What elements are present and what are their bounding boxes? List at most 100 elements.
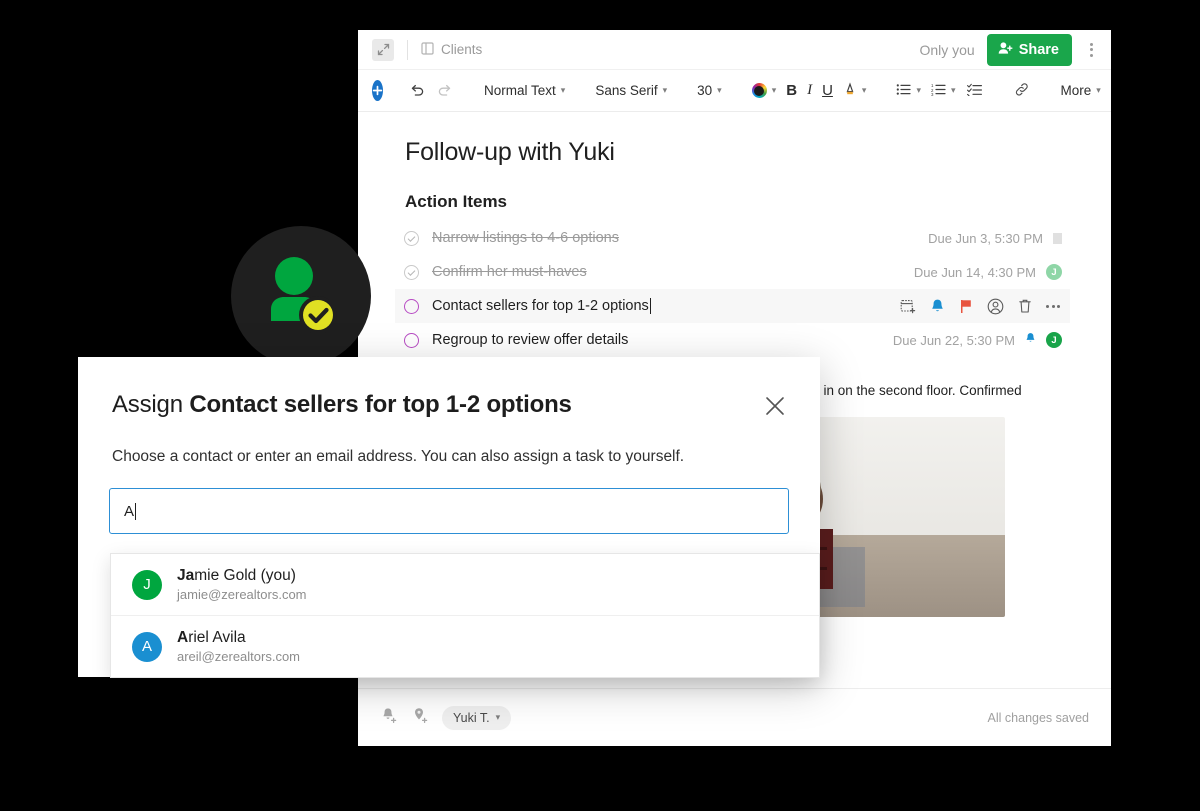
note-text-fragment: in on the second floor. Confirmed (823, 383, 1022, 398)
link-icon (1014, 82, 1030, 100)
contact-chip-label: Yuki T. (453, 710, 490, 725)
checklist-button[interactable] (961, 80, 988, 102)
checkbox-unchecked-icon[interactable] (404, 332, 419, 348)
header-actions: Only you Share (919, 33, 1099, 66)
checkbox-unchecked-icon[interactable] (404, 298, 419, 314)
screenshot-stage: Clients Only you Share Normal Text ▾ San… (0, 0, 1200, 811)
task-row-selected[interactable]: Contact sellers for top 1-2 options (395, 289, 1070, 323)
kebab-menu-icon[interactable] (1084, 39, 1099, 61)
checkbox-checked-icon[interactable] (404, 264, 419, 280)
flag-icon[interactable] (1053, 232, 1062, 244)
sharing-status: Only you (919, 41, 975, 58)
font-size-dropdown[interactable]: 30 ▾ (692, 80, 727, 101)
task-list: Narrow listings to 4-6 options Due Jun 3… (395, 221, 1070, 357)
suggestion-name-rest: riel Avila (188, 629, 246, 646)
paragraph-style-label: Normal Text (484, 83, 556, 98)
chevron-down-icon: ▾ (1096, 85, 1101, 95)
chevron-down-icon: ▾ (560, 85, 566, 95)
assign-input[interactable]: A (109, 488, 789, 534)
suggestion-text: Ariel Avila areil@zerealtors.com (177, 629, 300, 664)
bell-icon[interactable] (930, 298, 945, 314)
suggestion-text: Jamie Gold (you) jamie@zerealtors.com (177, 567, 307, 602)
modal-title-prefix: Assign (112, 391, 183, 418)
task-label: Contact sellers for top 1-2 options (432, 298, 649, 314)
chevron-down-icon: ▾ (771, 85, 777, 95)
font-family-dropdown[interactable]: Sans Serif ▾ (590, 80, 672, 101)
assign-input-wrap: A (78, 466, 820, 534)
list-item[interactable]: A Ariel Avila areil@zerealtors.com (111, 615, 819, 677)
text-cursor (649, 298, 652, 314)
document-name: Clients (441, 42, 483, 57)
task-due-date: Due Jun 3, 5:30 PM (928, 230, 1043, 246)
assign-person-icon[interactable] (987, 298, 1004, 315)
person-icon (271, 257, 337, 334)
plus-circle-icon[interactable] (372, 80, 383, 101)
window-header: Clients Only you Share (358, 30, 1111, 70)
document-icon (421, 41, 434, 58)
numbered-list-button[interactable]: 1 2 3 ▾ (926, 80, 961, 102)
task-row[interactable]: Confirm her must-haves Due Jun 14, 4:30 … (395, 255, 1070, 289)
task-due-date: Due Jun 22, 5:30 PM (892, 332, 1015, 348)
chevron-down-icon: ▾ (495, 712, 501, 722)
save-status: All changes saved (987, 710, 1089, 725)
highlighter-icon (843, 81, 857, 100)
flag-icon[interactable] (959, 298, 973, 314)
trash-icon[interactable] (1018, 298, 1032, 314)
modal-title: Assign Contact sellers for top 1-2 optio… (112, 391, 572, 419)
checklist-icon (966, 83, 982, 99)
contact-chip[interactable]: Yuki T. ▾ (442, 705, 512, 730)
chevron-down-icon: ▾ (916, 85, 921, 95)
highlight-button[interactable]: ▾ (838, 79, 872, 103)
underline-button[interactable]: U (817, 79, 838, 102)
task-row[interactable]: Regroup to review offer details Due Jun … (395, 323, 1070, 357)
window-footer: Yuki T. ▾ All changes saved (358, 688, 1111, 746)
bold-button[interactable]: B (781, 79, 802, 102)
redo-icon[interactable] (431, 80, 459, 101)
close-icon[interactable] (760, 391, 790, 426)
link-button[interactable] (1008, 79, 1036, 103)
svg-text:3: 3 (931, 92, 934, 96)
person-add-icon (998, 41, 1013, 59)
bullet-list-button[interactable]: ▾ (891, 80, 926, 102)
task-row[interactable]: Narrow listings to 4-6 options Due Jun 3… (395, 221, 1070, 255)
task-meta: Due Jun 14, 4:30 PM J (914, 264, 1062, 280)
more-options-icon[interactable] (1046, 304, 1060, 308)
checkbox-checked-icon[interactable] (404, 230, 419, 246)
formatting-toolbar: Normal Text ▾ Sans Serif ▾ 30 ▾ ▾ B I U (358, 70, 1111, 112)
avatar: A (132, 631, 162, 662)
undo-icon[interactable] (403, 80, 431, 101)
task-meta: Due Jun 3, 5:30 PM (928, 231, 1062, 246)
chevron-down-icon: ▾ (662, 85, 668, 95)
font-size-label: 30 (697, 83, 713, 98)
header-divider (407, 39, 408, 60)
bell-icon[interactable] (1025, 331, 1036, 349)
modal-title-task: Contact sellers for top 1-2 options (189, 391, 572, 418)
assign-person-badge (231, 226, 371, 366)
task-label: Confirm her must-haves (432, 264, 587, 280)
pin-add-icon[interactable] (411, 706, 430, 730)
paragraph-style-dropdown[interactable]: Normal Text ▾ (479, 80, 570, 101)
suggestion-name-rest: mie Gold (you) (194, 567, 296, 584)
contact-suggestions-dropdown: J Jamie Gold (you) jamie@zerealtors.com … (110, 553, 820, 678)
share-button[interactable]: Share (986, 33, 1072, 66)
italic-button[interactable]: I (802, 79, 817, 102)
text-cursor (135, 502, 137, 520)
calendar-add-icon[interactable] (900, 298, 916, 314)
task-label: Regroup to review offer details (432, 332, 629, 348)
expand-arrows-icon[interactable] (372, 38, 394, 61)
avatar[interactable]: J (1046, 264, 1062, 280)
avatar[interactable]: J (1046, 332, 1062, 348)
color-wheel-icon (751, 83, 767, 98)
bullet-list-icon (896, 83, 912, 99)
breadcrumb[interactable]: Clients (421, 41, 483, 58)
suggestion-name: Jamie Gold (you) (177, 567, 307, 585)
list-item[interactable]: J Jamie Gold (you) jamie@zerealtors.com (111, 554, 819, 615)
assign-input-value: A (124, 502, 135, 520)
suggestion-email: jamie@zerealtors.com (177, 587, 307, 602)
suggestion-email: areil@zerealtors.com (177, 649, 301, 664)
page-title: Follow-up with Yuki (405, 138, 615, 166)
text-color-picker[interactable]: ▾ (747, 80, 782, 101)
more-tools-dropdown[interactable]: More ▾ (1056, 80, 1106, 101)
task-label: Narrow listings to 4-6 options (432, 230, 619, 246)
bell-add-icon[interactable] (380, 706, 399, 730)
